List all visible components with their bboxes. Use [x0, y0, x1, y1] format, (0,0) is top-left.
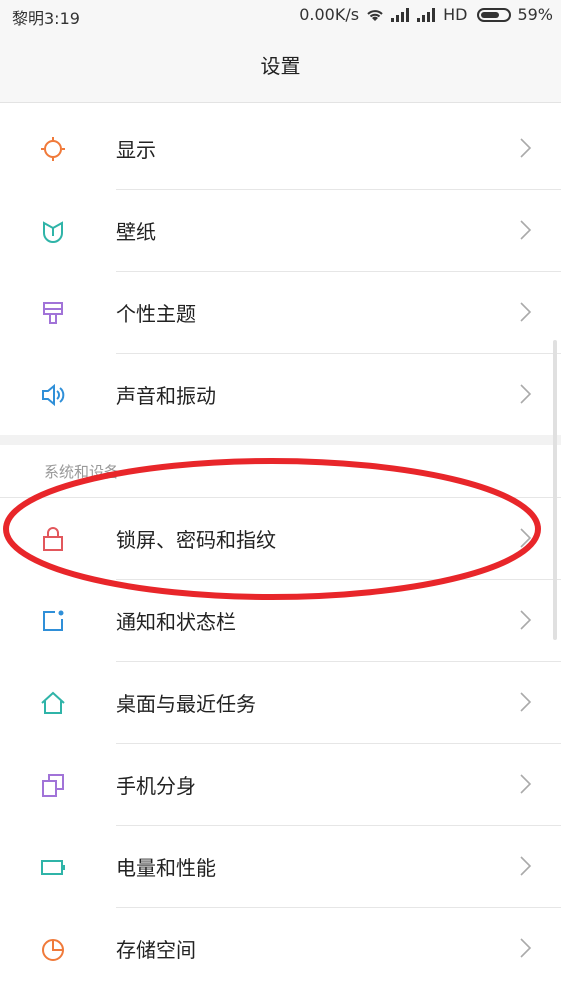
status-bar: 黎明3:19 0.00K/s HD 59% — [0, 0, 561, 30]
settings-item-storage[interactable]: 存储空间 — [42, 908, 561, 989]
settings-list: 显示 壁纸 个性主题 声音和振动 系统和设备 锁屏、密码和指纹 通知和状态栏 桌… — [0, 103, 561, 989]
settings-item-label: 锁屏、密码和指纹 — [116, 528, 276, 552]
chevron-right-icon — [520, 692, 532, 712]
chevron-right-icon — [520, 384, 532, 404]
signal-icon-2 — [417, 7, 436, 22]
settings-item-dual-apps[interactable]: 手机分身 — [42, 744, 561, 826]
status-time: 黎明3:19 — [12, 9, 80, 28]
settings-item-label: 声音和振动 — [116, 384, 216, 408]
battery-icon — [477, 7, 512, 22]
settings-item-label: 电量和性能 — [116, 856, 216, 880]
settings-item-label: 壁纸 — [116, 220, 156, 244]
status-indicators: 0.00K/s HD 59% — [299, 5, 553, 24]
wallpaper-icon — [43, 221, 63, 243]
dual-phone-icon — [42, 774, 64, 797]
signal-icon — [391, 7, 410, 22]
settings-item-wallpaper[interactable]: 壁纸 — [43, 190, 561, 272]
scrollbar[interactable] — [553, 340, 557, 640]
settings-item-battery[interactable]: 电量和性能 — [41, 826, 561, 908]
battery-icon — [41, 860, 65, 875]
settings-item-label: 桌面与最近任务 — [116, 692, 256, 716]
settings-item-label: 个性主题 — [116, 302, 196, 326]
storage-pie-icon — [42, 939, 64, 961]
section-header: 系统和设备 — [0, 445, 561, 498]
settings-item-theme[interactable]: 个性主题 — [43, 272, 561, 354]
lock-icon — [43, 527, 63, 551]
network-speed: 0.00K/s — [299, 5, 360, 24]
home-icon — [41, 691, 65, 714]
chevron-right-icon — [520, 302, 532, 322]
settings-item-label: 显示 — [116, 138, 156, 162]
battery-percent: 59% — [517, 5, 553, 24]
page-title: 设置 — [0, 30, 561, 103]
settings-item-label: 存储空间 — [116, 938, 196, 962]
notification-icon — [43, 610, 64, 631]
settings-item-lockscreen[interactable]: 锁屏、密码和指纹 — [43, 498, 561, 580]
theme-brush-icon — [43, 302, 63, 324]
speaker-icon — [42, 383, 65, 407]
chevron-right-icon — [520, 610, 532, 630]
chevron-right-icon — [520, 938, 532, 958]
section-header-label: 系统和设备 — [44, 463, 120, 481]
chevron-right-icon — [520, 774, 532, 794]
settings-item-label: 通知和状态栏 — [116, 610, 236, 634]
chevron-right-icon — [520, 138, 532, 158]
chevron-right-icon — [520, 856, 532, 876]
settings-item-sound[interactable]: 声音和振动 — [42, 354, 561, 435]
sun-icon — [41, 137, 65, 161]
chevron-right-icon — [520, 528, 532, 548]
settings-item-label: 手机分身 — [116, 774, 196, 798]
section-divider — [0, 435, 561, 445]
settings-item-display[interactable]: 显示 — [41, 108, 561, 190]
settings-item-home[interactable]: 桌面与最近任务 — [41, 662, 561, 744]
network-type: HD — [443, 5, 468, 24]
settings-item-notification[interactable]: 通知和状态栏 — [43, 580, 561, 662]
chevron-right-icon — [520, 220, 532, 240]
wifi-icon — [367, 9, 383, 21]
